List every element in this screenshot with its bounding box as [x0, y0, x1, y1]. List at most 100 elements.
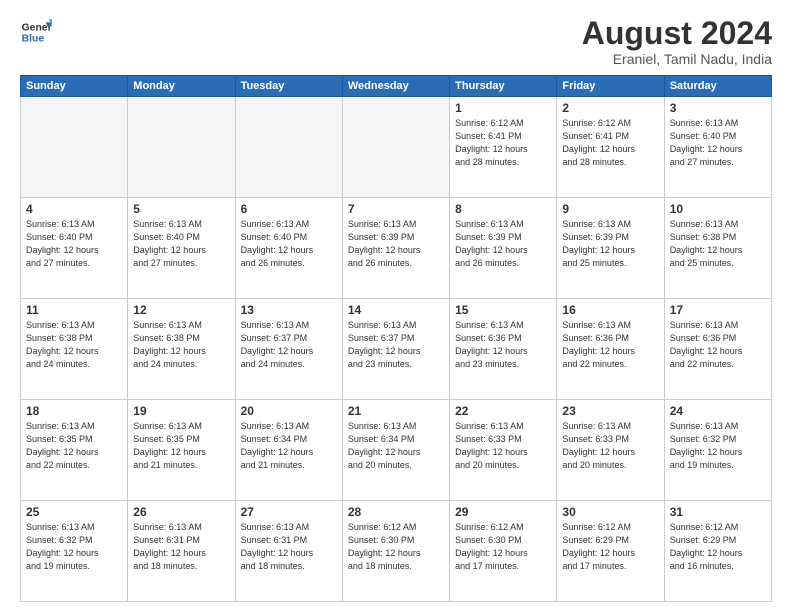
- calendar-week-1: 1 Sunrise: 6:12 AM Sunset: 6:41 PM Daylig…: [21, 97, 772, 198]
- calendar-cell: 8 Sunrise: 6:13 AM Sunset: 6:39 PM Daylig…: [450, 198, 557, 299]
- day-detail: Sunrise: 6:13 AM Sunset: 6:31 PM Dayligh…: [133, 521, 229, 573]
- calendar-cell: 25Sunrise: 6:13 AM Sunset: 6:32 PM Dayli…: [21, 501, 128, 602]
- day-number: 22: [455, 404, 551, 418]
- day-detail: Sunrise: 6:12 AM Sunset: 6:41 PM Dayligh…: [562, 117, 658, 169]
- calendar-cell: 16 Sunrise: 6:13 AM Sunset: 6:36 PM Dayli…: [557, 299, 664, 400]
- day-number: 4: [26, 202, 122, 216]
- day-detail: Sunrise: 6:13 AM Sunset: 6:36 PM Dayligh…: [562, 319, 658, 371]
- day-number: 7: [348, 202, 444, 216]
- calendar-cell: 27 Sunrise: 6:13 AM Sunset: 6:31 PM Dayli…: [235, 501, 342, 602]
- calendar-cell: 13Sunrise: 6:13 AM Sunset: 6:37 PM Dayli…: [235, 299, 342, 400]
- calendar: Sunday Monday Tuesday Wednesday Thursday…: [20, 75, 772, 602]
- day-number: 16: [562, 303, 658, 317]
- calendar-week-2: 4 Sunrise: 6:13 AM Sunset: 6:40 PM Daylig…: [21, 198, 772, 299]
- calendar-cell: 17 Sunrise: 6:13 AM Sunset: 6:36 PM Dayli…: [664, 299, 771, 400]
- subtitle: Eraniel, Tamil Nadu, India: [582, 51, 772, 67]
- calendar-cell: 1Sunrise: 6:12 AM Sunset: 6:41 PM Daylig…: [450, 97, 557, 198]
- day-detail: Sunrise: 6:13 AM Sunset: 6:39 PM Dayligh…: [348, 218, 444, 270]
- day-number: 15: [455, 303, 551, 317]
- day-detail: Sunrise: 6:13 AM Sunset: 6:36 PM Dayligh…: [670, 319, 766, 371]
- calendar-cell: 15 Sunrise: 6:13 AM Sunset: 6:36 PM Dayli…: [450, 299, 557, 400]
- header-saturday: Saturday: [664, 76, 771, 97]
- calendar-cell: [128, 97, 235, 198]
- day-detail: Sunrise: 6:13 AM Sunset: 6:40 PM Dayligh…: [241, 218, 337, 270]
- day-detail: Sunrise: 6:13 AM Sunset: 6:34 PM Dayligh…: [348, 420, 444, 472]
- day-detail: Sunrise: 6:13 AM Sunset: 6:40 PM Dayligh…: [133, 218, 229, 270]
- day-number: 29: [455, 505, 551, 519]
- svg-text:Blue: Blue: [22, 34, 45, 45]
- day-detail: Sunrise: 6:13 AM Sunset: 6:38 PM Dayligh…: [133, 319, 229, 371]
- header-sunday: Sunday: [21, 76, 128, 97]
- day-number: 21: [348, 404, 444, 418]
- calendar-cell: 23 Sunrise: 6:13 AM Sunset: 6:33 PM Dayli…: [557, 400, 664, 501]
- calendar-cell: 22 Sunrise: 6:13 AM Sunset: 6:33 PM Dayli…: [450, 400, 557, 501]
- day-number: 25: [26, 505, 122, 519]
- logo-icon: General Blue: [20, 16, 52, 48]
- calendar-week-4: 18 Sunrise: 6:13 AM Sunset: 6:35 PM Dayli…: [21, 400, 772, 501]
- day-detail: Sunrise: 6:13 AM Sunset: 6:35 PM Dayligh…: [26, 420, 122, 472]
- title-block: August 2024 Eraniel, Tamil Nadu, India: [582, 16, 772, 67]
- calendar-cell: [342, 97, 449, 198]
- day-number: 17: [670, 303, 766, 317]
- day-detail: Sunrise: 6:13 AM Sunset: 6:35 PM Dayligh…: [133, 420, 229, 472]
- day-detail: Sunrise: 6:13 AM Sunset: 6:38 PM Dayligh…: [26, 319, 122, 371]
- day-number: 18: [26, 404, 122, 418]
- calendar-cell: 20Sunrise: 6:13 AM Sunset: 6:34 PM Dayli…: [235, 400, 342, 501]
- day-number: 28: [348, 505, 444, 519]
- calendar-cell: [21, 97, 128, 198]
- calendar-cell: 28 Sunrise: 6:12 AM Sunset: 6:30 PM Dayli…: [342, 501, 449, 602]
- calendar-cell: 12 Sunrise: 6:13 AM Sunset: 6:38 PM Dayli…: [128, 299, 235, 400]
- day-number: 1: [455, 101, 551, 115]
- day-detail: Sunrise: 6:13 AM Sunset: 6:37 PM Dayligh…: [241, 319, 337, 371]
- day-detail: Sunrise: 6:13 AM Sunset: 6:33 PM Dayligh…: [562, 420, 658, 472]
- day-number: 20: [241, 404, 337, 418]
- day-detail: Sunrise: 6:13 AM Sunset: 6:39 PM Dayligh…: [455, 218, 551, 270]
- page: General Blue August 2024 Eraniel, Tamil …: [0, 0, 792, 612]
- day-detail: Sunrise: 6:12 AM Sunset: 6:29 PM Dayligh…: [562, 521, 658, 573]
- day-number: 2: [562, 101, 658, 115]
- day-number: 30: [562, 505, 658, 519]
- calendar-cell: 6Sunrise: 6:13 AM Sunset: 6:40 PM Daylig…: [235, 198, 342, 299]
- day-number: 19: [133, 404, 229, 418]
- calendar-cell: 19 Sunrise: 6:13 AM Sunset: 6:35 PM Dayli…: [128, 400, 235, 501]
- header-wednesday: Wednesday: [342, 76, 449, 97]
- day-detail: Sunrise: 6:13 AM Sunset: 6:36 PM Dayligh…: [455, 319, 551, 371]
- day-detail: Sunrise: 6:13 AM Sunset: 6:33 PM Dayligh…: [455, 420, 551, 472]
- main-title: August 2024: [582, 16, 772, 51]
- calendar-week-5: 25Sunrise: 6:13 AM Sunset: 6:32 PM Dayli…: [21, 501, 772, 602]
- day-number: 12: [133, 303, 229, 317]
- calendar-cell: 26 Sunrise: 6:13 AM Sunset: 6:31 PM Dayli…: [128, 501, 235, 602]
- day-detail: Sunrise: 6:13 AM Sunset: 6:38 PM Dayligh…: [670, 218, 766, 270]
- calendar-cell: [235, 97, 342, 198]
- day-number: 5: [133, 202, 229, 216]
- calendar-cell: 30 Sunrise: 6:12 AM Sunset: 6:29 PM Dayli…: [557, 501, 664, 602]
- header: General Blue August 2024 Eraniel, Tamil …: [20, 16, 772, 67]
- header-monday: Monday: [128, 76, 235, 97]
- day-detail: Sunrise: 6:13 AM Sunset: 6:40 PM Dayligh…: [26, 218, 122, 270]
- calendar-week-3: 11 Sunrise: 6:13 AM Sunset: 6:38 PM Dayli…: [21, 299, 772, 400]
- day-number: 3: [670, 101, 766, 115]
- calendar-cell: 5 Sunrise: 6:13 AM Sunset: 6:40 PM Daylig…: [128, 198, 235, 299]
- header-thursday: Thursday: [450, 76, 557, 97]
- day-detail: Sunrise: 6:13 AM Sunset: 6:31 PM Dayligh…: [241, 521, 337, 573]
- day-number: 23: [562, 404, 658, 418]
- day-number: 26: [133, 505, 229, 519]
- calendar-cell: 18 Sunrise: 6:13 AM Sunset: 6:35 PM Dayli…: [21, 400, 128, 501]
- day-detail: Sunrise: 6:13 AM Sunset: 6:37 PM Dayligh…: [348, 319, 444, 371]
- day-number: 27: [241, 505, 337, 519]
- calendar-cell: 3Sunrise: 6:13 AM Sunset: 6:40 PM Daylig…: [664, 97, 771, 198]
- day-number: 11: [26, 303, 122, 317]
- calendar-cell: 10Sunrise: 6:13 AM Sunset: 6:38 PM Dayli…: [664, 198, 771, 299]
- day-number: 9: [562, 202, 658, 216]
- day-detail: Sunrise: 6:13 AM Sunset: 6:32 PM Dayligh…: [670, 420, 766, 472]
- calendar-cell: 9 Sunrise: 6:13 AM Sunset: 6:39 PM Daylig…: [557, 198, 664, 299]
- calendar-cell: 11 Sunrise: 6:13 AM Sunset: 6:38 PM Dayli…: [21, 299, 128, 400]
- calendar-header-row: Sunday Monday Tuesday Wednesday Thursday…: [21, 76, 772, 97]
- day-detail: Sunrise: 6:13 AM Sunset: 6:39 PM Dayligh…: [562, 218, 658, 270]
- calendar-cell: 4 Sunrise: 6:13 AM Sunset: 6:40 PM Daylig…: [21, 198, 128, 299]
- day-number: 8: [455, 202, 551, 216]
- calendar-cell: 7 Sunrise: 6:13 AM Sunset: 6:39 PM Daylig…: [342, 198, 449, 299]
- day-number: 31: [670, 505, 766, 519]
- day-detail: Sunrise: 6:12 AM Sunset: 6:30 PM Dayligh…: [348, 521, 444, 573]
- calendar-cell: 24Sunrise: 6:13 AM Sunset: 6:32 PM Dayli…: [664, 400, 771, 501]
